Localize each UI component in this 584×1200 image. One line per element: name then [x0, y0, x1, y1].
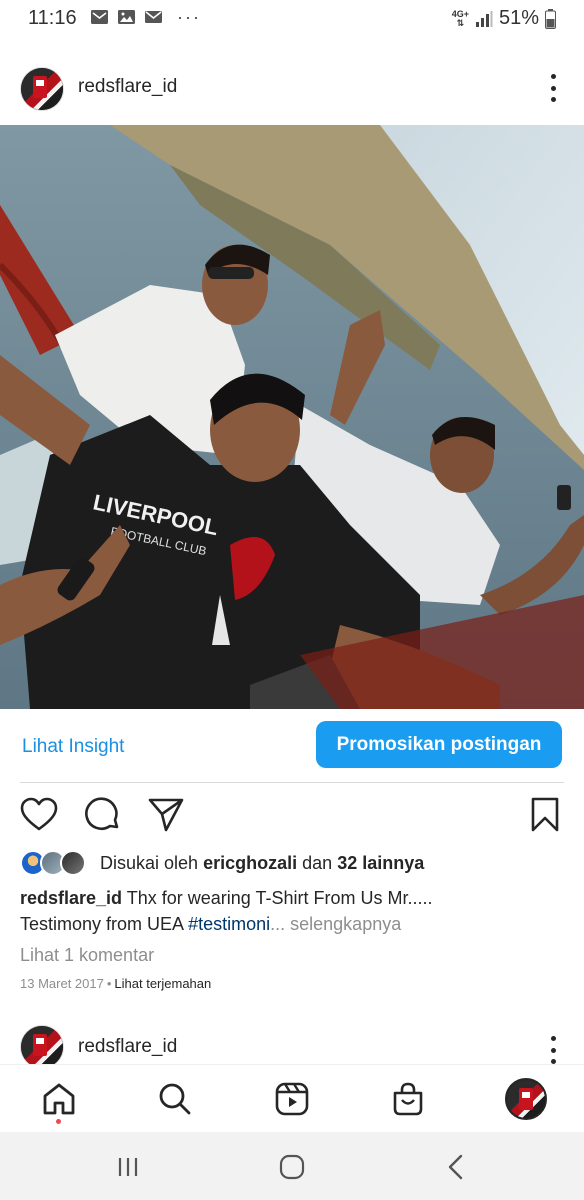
- heart-icon[interactable]: [20, 796, 58, 834]
- post-header: redsflare_id: [0, 60, 584, 118]
- view-insights-link[interactable]: Lihat Insight: [22, 736, 124, 758]
- divider: [20, 782, 564, 783]
- back-icon[interactable]: [441, 1152, 471, 1182]
- view-comments-link[interactable]: Lihat 1 komentar: [20, 945, 154, 966]
- photo-illustration: LIVERPOOL FOOTBALL CLUB: [0, 125, 584, 709]
- more-notifications-icon: ···: [177, 7, 201, 27]
- network-icon: 4G+ ⇅: [451, 8, 469, 28]
- comment-icon[interactable]: [84, 796, 122, 834]
- battery-icon: [545, 8, 556, 29]
- next-post-header: redsflare_id: [0, 1017, 584, 1069]
- date-separator: •: [106, 976, 112, 991]
- bottom-nav: [0, 1064, 584, 1130]
- home-button-icon[interactable]: [277, 1152, 307, 1182]
- profile-avatar[interactable]: [504, 1077, 548, 1121]
- caption-hashtag[interactable]: #testimoni: [188, 914, 270, 934]
- insight-row: Lihat Insight Promosikan postingan: [0, 718, 584, 776]
- status-right: 4G+ ⇅ 51%: [452, 7, 556, 30]
- notification-icons: ···: [90, 7, 201, 27]
- post-actions: [0, 796, 584, 836]
- post-photo[interactable]: LIVERPOOL FOOTBALL CLUB: [0, 125, 584, 709]
- likes-connector: dan: [302, 853, 333, 873]
- caption-username[interactable]: redsflare_id: [20, 888, 122, 908]
- promote-post-button[interactable]: Promosikan postingan: [316, 721, 562, 768]
- search-icon[interactable]: [155, 1079, 195, 1119]
- likes-row[interactable]: Disukai oleh ericghozali dan 32 lainnya: [20, 848, 570, 880]
- status-time: 11:16: [28, 7, 77, 29]
- translate-link[interactable]: Lihat terjemahan: [114, 976, 211, 991]
- battery-percent: 51%: [498, 7, 539, 29]
- liker-avatar: [60, 850, 86, 876]
- send-icon[interactable]: [147, 796, 185, 834]
- more-options-icon[interactable]: [548, 1036, 558, 1064]
- image-icon: [118, 10, 135, 24]
- likes-text[interactable]: Disukai oleh ericghozali dan 32 lainnya: [100, 853, 424, 874]
- mail-icon: [145, 11, 162, 23]
- avatar[interactable]: [20, 67, 64, 111]
- avatar[interactable]: [20, 1025, 64, 1069]
- bookmark-icon[interactable]: [526, 796, 564, 834]
- system-nav-bar: [0, 1132, 584, 1200]
- post-caption[interactable]: redsflare_id Thx for wearing T-Shirt Fro…: [20, 885, 568, 937]
- gallery-icon: [91, 10, 108, 24]
- post-date: 13 Maret 2017: [20, 976, 104, 991]
- next-post-username[interactable]: redsflare_id: [78, 1036, 177, 1058]
- post-username[interactable]: redsflare_id: [78, 76, 177, 98]
- likes-prefix: Disukai oleh: [100, 853, 199, 873]
- liker-avatars: [20, 850, 92, 878]
- profile-avatar-image: [505, 1078, 547, 1120]
- reels-icon[interactable]: [272, 1079, 312, 1119]
- post-date-row: 13 Maret 2017 • Lihat terjemahan: [20, 976, 211, 991]
- caption-text: Thx for wearing T-Shirt From Us Mr.....: [126, 888, 433, 908]
- status-bar: 11:16 ··· 4G+ ⇅ 51%: [0, 0, 584, 38]
- recent-apps-icon[interactable]: [113, 1152, 143, 1182]
- caption-text-2: Testimony from UEA: [20, 914, 184, 934]
- home-icon[interactable]: [39, 1079, 79, 1119]
- caption-more-link[interactable]: selengkapnya: [290, 914, 401, 934]
- signal-icon: [475, 10, 493, 27]
- liker-username[interactable]: ericghozali: [203, 853, 297, 873]
- shop-icon[interactable]: [388, 1079, 428, 1119]
- likes-others[interactable]: 32 lainnya: [337, 853, 424, 873]
- more-options-icon[interactable]: [548, 74, 558, 102]
- notification-dot: [56, 1119, 61, 1124]
- caption-ellipsis: ...: [270, 914, 286, 934]
